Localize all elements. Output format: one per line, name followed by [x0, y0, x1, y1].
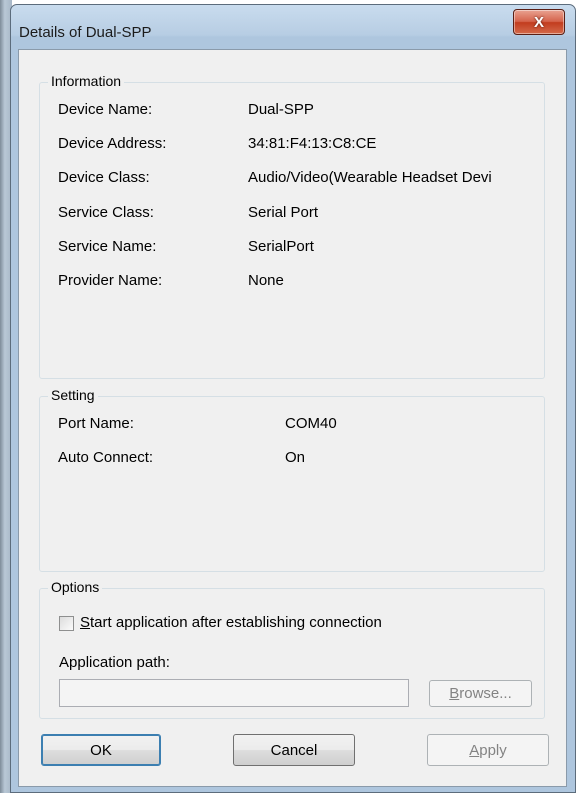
- browse-button[interactable]: Browse...: [429, 680, 532, 707]
- provider-name-value: None: [248, 272, 284, 289]
- service-class-value: Serial Port: [248, 204, 319, 221]
- device-class-value: Audio/Video(Wearable Headset Devi: [248, 169, 492, 186]
- information-group: Information Device Name: Dual-SPP Device…: [39, 73, 545, 379]
- application-path-label: Application path:: [59, 654, 170, 671]
- ok-button[interactable]: OK: [41, 734, 161, 766]
- cancel-button[interactable]: Cancel: [233, 734, 355, 766]
- auto-connect-value: On: [285, 449, 306, 466]
- service-name-value: SerialPort: [248, 238, 314, 255]
- start-application-checkbox[interactable]: [59, 616, 74, 631]
- port-name-value: COM40: [285, 415, 337, 432]
- setting-group: Setting Port Name: COM40 Auto Connect: O…: [39, 387, 545, 572]
- options-group-label: Options: [48, 579, 103, 595]
- close-button[interactable]: X: [513, 9, 565, 35]
- service-class-label: Service Class:: [58, 204, 154, 221]
- window-title: Details of Dual-SPP: [19, 24, 152, 41]
- apply-button[interactable]: Apply: [427, 734, 549, 766]
- auto-connect-label: Auto Connect:: [58, 449, 154, 466]
- device-name-value: Dual-SPP: [248, 101, 314, 118]
- information-group-label: Information: [48, 73, 125, 89]
- port-name-label: Port Name:: [58, 415, 134, 432]
- device-address-label: Device Address:: [58, 135, 167, 152]
- device-address-value: 34:81:F4:13:C8:CE: [248, 135, 377, 152]
- options-group: Options Start application after establis…: [39, 579, 545, 719]
- setting-group-label: Setting: [48, 387, 98, 403]
- application-path-input[interactable]: [59, 679, 409, 707]
- close-icon: X: [533, 13, 544, 31]
- device-class-label: Device Class:: [58, 169, 150, 186]
- provider-name-label: Provider Name:: [58, 272, 163, 289]
- dialog-body: Information Device Name: Dual-SPP Device…: [18, 49, 567, 787]
- start-application-label[interactable]: Start application after establishing con…: [80, 614, 382, 631]
- service-name-label: Service Name:: [58, 238, 157, 255]
- details-dialog: Details of Dual-SPP X Information Device…: [10, 4, 576, 793]
- title-bar[interactable]: Details of Dual-SPP X: [11, 5, 575, 47]
- device-name-label: Device Name:: [58, 101, 153, 118]
